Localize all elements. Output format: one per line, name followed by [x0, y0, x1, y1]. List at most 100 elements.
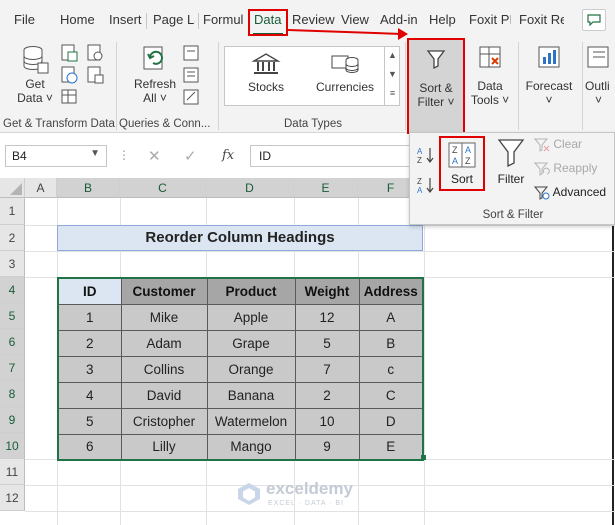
- cell-weight[interactable]: 7: [294, 355, 360, 383]
- fill-handle[interactable]: [421, 455, 426, 460]
- name-box[interactable]: B4 ▼: [5, 145, 107, 167]
- sort-a-to-z-button[interactable]: A Z: [416, 145, 438, 165]
- gallery-scroll[interactable]: ▲ ▼ ≡: [384, 46, 400, 106]
- cell-product[interactable]: Mango: [206, 433, 296, 461]
- cell-address[interactable]: D: [358, 407, 424, 435]
- cell-product[interactable]: Grape: [206, 329, 296, 357]
- cell-weight[interactable]: 12: [294, 303, 360, 331]
- cell-address[interactable]: E: [358, 433, 424, 461]
- recent-sources-icon[interactable]: [86, 44, 104, 62]
- get-data-button[interactable]: Get Data ˅: [12, 44, 58, 105]
- clear-button[interactable]: Clear: [533, 137, 614, 155]
- cell-id[interactable]: 5: [57, 407, 122, 435]
- column-header-c[interactable]: C: [120, 178, 206, 198]
- gallery-up-icon[interactable]: ▲: [385, 46, 400, 65]
- column-header-a[interactable]: A: [25, 178, 57, 198]
- edit-links-icon[interactable]: [182, 88, 200, 106]
- currencies-button[interactable]: Currencies: [311, 51, 379, 94]
- tab-add-ins[interactable]: Add-in: [380, 12, 420, 27]
- row-header-8[interactable]: 8: [0, 381, 25, 407]
- row-header-4[interactable]: 4: [0, 277, 25, 303]
- cell-address[interactable]: c: [358, 355, 424, 383]
- database-icon: [23, 46, 49, 74]
- cell-customer[interactable]: Cristopher: [120, 407, 208, 435]
- header-address[interactable]: Address: [358, 277, 424, 305]
- sheet-title[interactable]: Reorder Column Headings: [57, 225, 423, 251]
- gallery-more-icon[interactable]: ≡: [385, 84, 400, 103]
- cell-weight[interactable]: 10: [294, 407, 360, 435]
- row-header-10[interactable]: 10: [0, 433, 25, 459]
- header-customer[interactable]: Customer: [120, 277, 208, 305]
- queries-connections-icon[interactable]: [182, 44, 200, 62]
- header-product[interactable]: Product: [206, 277, 296, 305]
- from-web-icon[interactable]: [60, 66, 78, 84]
- tab-insert[interactable]: Insert: [109, 12, 142, 27]
- row-header-6[interactable]: 6: [0, 329, 25, 355]
- row-header-1[interactable]: 1: [0, 198, 25, 225]
- existing-connections-icon[interactable]: [86, 66, 104, 84]
- forecast-button[interactable]: Forecast ˅: [522, 44, 576, 107]
- filter-button[interactable]: Filter: [493, 137, 529, 187]
- formula-input[interactable]: ID: [250, 145, 415, 167]
- tab-page-layout[interactable]: Page La: [153, 12, 195, 27]
- cell-product[interactable]: Orange: [206, 355, 296, 383]
- cell-weight[interactable]: 2: [294, 381, 360, 409]
- row-header-11[interactable]: 11: [0, 459, 25, 485]
- cell-customer[interactable]: Adam: [120, 329, 208, 357]
- ribbon-data: Get Data ˅ Get & Transform Data Refresh …: [0, 38, 615, 134]
- row-header-3[interactable]: 3: [0, 251, 25, 277]
- row-header-7[interactable]: 7: [0, 355, 25, 381]
- select-all-corner[interactable]: [0, 178, 25, 198]
- cancel-icon[interactable]: ✕: [148, 147, 161, 165]
- tab-foxit-pdf[interactable]: Foxit PI: [469, 12, 511, 27]
- tab-review[interactable]: Review: [292, 12, 335, 27]
- from-text-icon[interactable]: [60, 44, 78, 62]
- row-header-2[interactable]: 2: [0, 225, 25, 251]
- name-box-dropdown-icon[interactable]: ▼: [90, 148, 100, 159]
- cell-id[interactable]: 3: [57, 355, 122, 383]
- column-header-b[interactable]: B: [57, 178, 120, 198]
- data-tools-button[interactable]: Data Tools ˅: [468, 44, 512, 107]
- header-id[interactable]: ID: [57, 277, 122, 305]
- row-header-5[interactable]: 5: [0, 303, 25, 329]
- row-header-9[interactable]: 9: [0, 407, 25, 433]
- properties-icon[interactable]: [182, 66, 200, 84]
- stocks-button[interactable]: Stocks: [235, 51, 297, 94]
- tab-foxit-reader[interactable]: Foxit Re: [519, 12, 564, 27]
- from-table-icon[interactable]: [60, 88, 78, 106]
- tab-help[interactable]: Help: [429, 12, 456, 27]
- cell-id[interactable]: 4: [57, 381, 122, 409]
- cell-product[interactable]: Apple: [206, 303, 296, 331]
- enter-icon[interactable]: ✓: [184, 147, 197, 165]
- cell-customer[interactable]: Lilly: [120, 433, 208, 461]
- outline-button[interactable]: Outli ˅: [585, 44, 615, 107]
- comments-button[interactable]: [582, 9, 606, 31]
- row-header-12[interactable]: 12: [0, 485, 25, 511]
- cell-customer[interactable]: Collins: [120, 355, 208, 383]
- cell-customer[interactable]: Mike: [120, 303, 208, 331]
- column-header-d[interactable]: D: [206, 178, 294, 198]
- cell-product[interactable]: Watermelon: [206, 407, 296, 435]
- reapply-button[interactable]: Reapply: [533, 161, 614, 179]
- cell-customer[interactable]: David: [120, 381, 208, 409]
- cell-weight[interactable]: 9: [294, 433, 360, 461]
- cell-address[interactable]: C: [358, 381, 424, 409]
- tab-view[interactable]: View: [341, 12, 369, 27]
- column-header-e[interactable]: E: [294, 178, 358, 198]
- cell-id[interactable]: 1: [57, 303, 122, 331]
- cell-product[interactable]: Banana: [206, 381, 296, 409]
- tab-home[interactable]: Home: [60, 12, 95, 27]
- gallery-down-icon[interactable]: ▼: [385, 65, 400, 84]
- sort-z-to-a-button[interactable]: Z A: [416, 175, 438, 195]
- cell-id[interactable]: 2: [57, 329, 122, 357]
- tab-formulas[interactable]: Formul: [203, 12, 245, 27]
- cell-id[interactable]: 6: [57, 433, 122, 461]
- tab-file[interactable]: File: [14, 12, 35, 27]
- cell-address[interactable]: A: [358, 303, 424, 331]
- cell-weight[interactable]: 5: [294, 329, 360, 357]
- header-weight[interactable]: Weight: [294, 277, 360, 305]
- fx-icon[interactable]: fx: [222, 148, 234, 163]
- cell-address[interactable]: B: [358, 329, 424, 357]
- advanced-button[interactable]: Advanced: [533, 185, 614, 203]
- refresh-all-button[interactable]: Refresh All ˅: [131, 44, 179, 105]
